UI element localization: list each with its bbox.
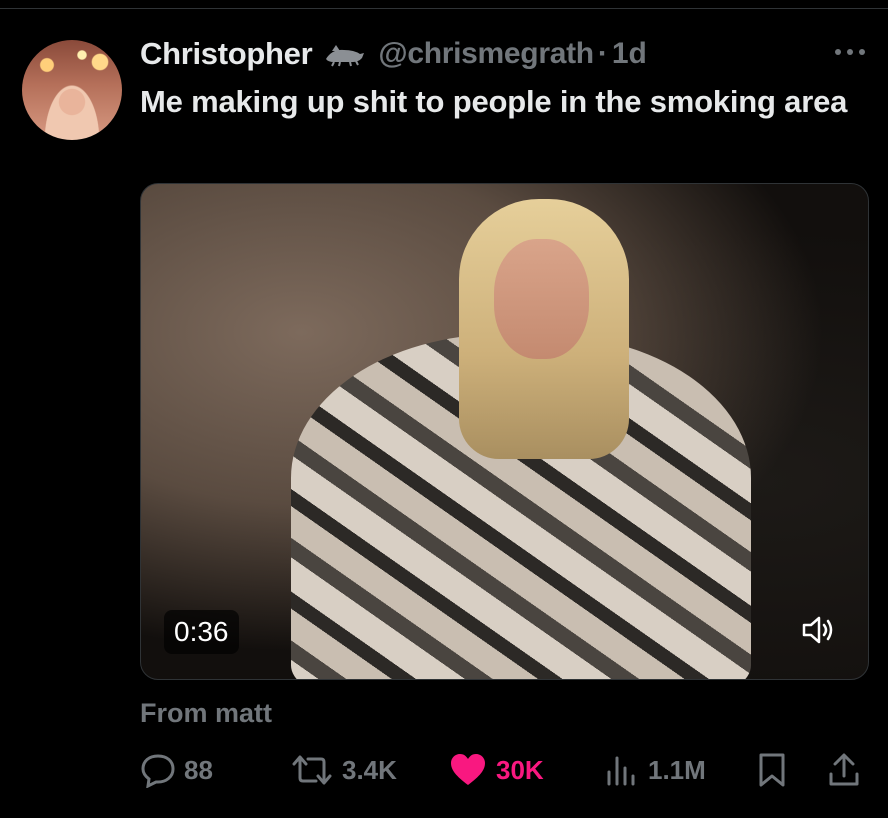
- reply-count: 88: [184, 754, 213, 785]
- views-count: 1.1M: [648, 754, 706, 785]
- views-button[interactable]: 1.1M: [604, 748, 706, 792]
- action-bar: 88 3.4K 30K 1.1M: [140, 748, 870, 792]
- badge-icon: [326, 45, 365, 67]
- bookmark-button[interactable]: [756, 748, 788, 792]
- author-handle[interactable]: @chrismegrath: [378, 37, 594, 71]
- post-time[interactable]: 1d: [612, 37, 647, 71]
- speaker-icon[interactable]: [801, 614, 835, 646]
- video-attribution[interactable]: From matt: [140, 698, 272, 729]
- share-button[interactable]: [826, 748, 862, 792]
- share-icon: [829, 753, 859, 786]
- views-icon: [607, 756, 635, 786]
- repost-count: 3.4K: [342, 754, 397, 785]
- avatar[interactable]: [22, 40, 122, 140]
- reply-icon: [141, 754, 175, 788]
- like-button[interactable]: 30K: [448, 748, 544, 792]
- tweet-text: Me making up shit to people in the smoki…: [140, 84, 848, 119]
- tweet-header: Christopher @chrismegrath · 1d: [140, 36, 647, 72]
- separator-dot: ·: [597, 37, 608, 70]
- author-name[interactable]: Christopher: [140, 36, 313, 72]
- video-player[interactable]: 0:36: [140, 183, 869, 680]
- more-icon[interactable]: [832, 40, 868, 64]
- heart-icon: [451, 754, 485, 785]
- like-count: 30K: [496, 754, 544, 785]
- repost-icon: [292, 755, 332, 785]
- video-duration: 0:36: [164, 610, 239, 654]
- divider: [0, 8, 888, 9]
- video-frame-face: [494, 239, 589, 359]
- reply-button[interactable]: 88: [140, 748, 213, 792]
- repost-button[interactable]: 3.4K: [290, 748, 397, 792]
- bookmark-icon: [759, 753, 785, 787]
